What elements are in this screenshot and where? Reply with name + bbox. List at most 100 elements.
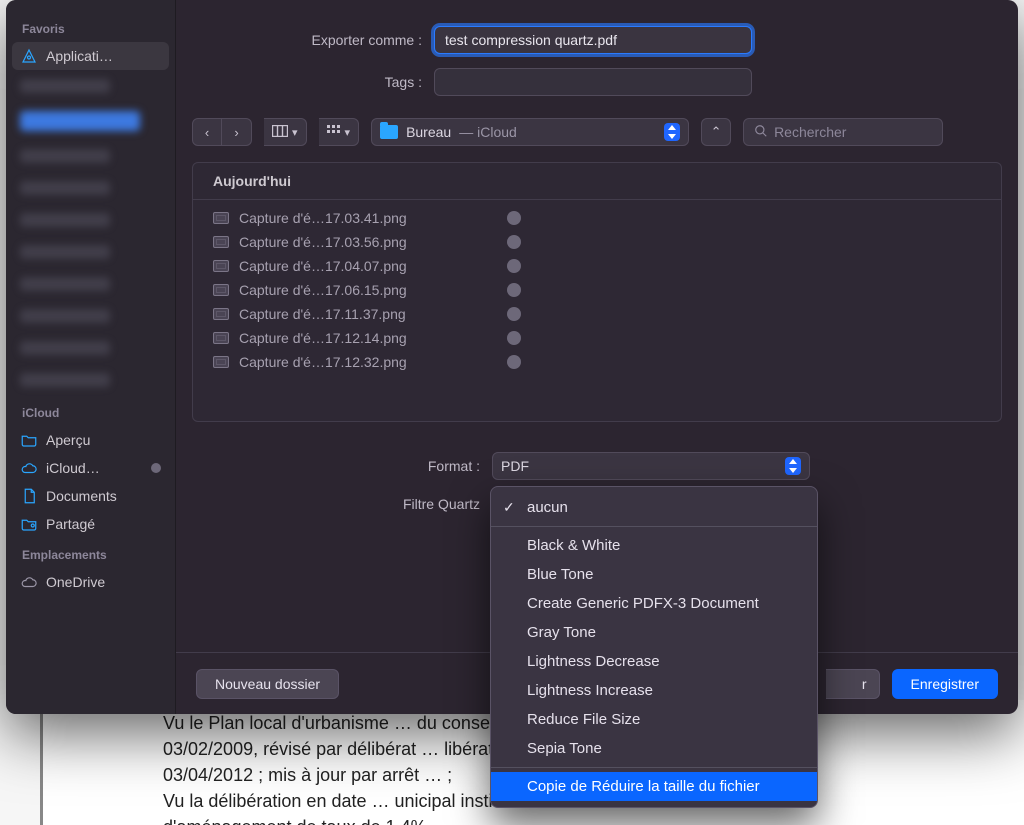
row-export-as: Exporter comme : xyxy=(176,26,1018,54)
file-name: Capture d'é…17.04.07.png xyxy=(239,258,407,274)
sidebar-item-redacted[interactable] xyxy=(20,149,110,163)
row-tags: Tags : xyxy=(176,68,1018,96)
search-placeholder: Rechercher xyxy=(774,124,846,140)
sidebar: Favoris Applicati… iCloud Aperçu xyxy=(6,0,176,714)
sidebar-item-label: Applicati… xyxy=(46,48,161,64)
menu-separator xyxy=(491,767,817,768)
document-icon xyxy=(20,487,38,505)
sidebar-item-redacted[interactable] xyxy=(20,373,110,387)
file-name: Capture d'é…17.03.56.png xyxy=(239,234,407,250)
sidebar-item-applications[interactable]: Applicati… xyxy=(12,42,169,70)
sidebar-item-redacted[interactable] xyxy=(20,79,110,93)
folder-icon xyxy=(380,125,398,139)
folder-icon xyxy=(20,431,38,449)
updown-icon xyxy=(664,123,680,141)
save-button[interactable]: Enregistrer xyxy=(892,669,998,699)
view-mode-columns: ▾ xyxy=(264,118,307,146)
image-file-icon xyxy=(213,236,229,248)
menu-item[interactable]: Gray Tone xyxy=(491,618,817,647)
updown-icon xyxy=(785,457,801,475)
search-icon xyxy=(754,124,768,141)
menu-item[interactable]: Blue Tone xyxy=(491,560,817,589)
file-listing: Aujourd'hui Capture d'é…17.03.41.png Cap… xyxy=(192,162,1002,422)
file-name: Capture d'é…17.12.14.png xyxy=(239,330,407,346)
columns-icon xyxy=(272,125,288,140)
file-row[interactable]: Capture d'é…17.12.14.png xyxy=(193,326,1001,350)
file-row[interactable]: Capture d'é…17.03.41.png xyxy=(193,206,1001,230)
menu-item[interactable]: Reduce File Size xyxy=(491,705,817,734)
file-row[interactable]: Capture d'é…17.04.07.png xyxy=(193,254,1001,278)
tag-indicator xyxy=(507,211,521,225)
sidebar-item-label: Documents xyxy=(46,488,161,504)
sidebar-item-redacted[interactable] xyxy=(20,213,110,227)
tag-indicator xyxy=(507,283,521,297)
location-folder-name: Bureau xyxy=(406,124,451,140)
sidebar-item-partage[interactable]: Partagé xyxy=(6,510,175,538)
tags-input[interactable] xyxy=(434,68,752,96)
list-body: Capture d'é…17.03.41.png Capture d'é…17.… xyxy=(193,200,1001,380)
export-save-panel: Favoris Applicati… iCloud Aperçu xyxy=(6,0,1018,714)
menu-item-aucun[interactable]: aucun xyxy=(491,493,817,522)
sidebar-item-redacted[interactable] xyxy=(20,277,110,291)
cancel-button[interactable]: r xyxy=(826,669,880,699)
image-file-icon xyxy=(213,332,229,344)
view-columns-button[interactable]: ▾ xyxy=(264,118,307,146)
location-popup-button[interactable]: Bureau — iCloud xyxy=(371,118,689,146)
sidebar-item-label: Partagé xyxy=(46,516,161,532)
image-file-icon xyxy=(213,356,229,368)
menu-item[interactable]: Lightness Decrease xyxy=(491,647,817,676)
sidebar-item-icloud-drive[interactable]: iCloud… xyxy=(6,454,175,482)
button-label: r xyxy=(862,676,867,692)
cloud-icon xyxy=(20,573,38,591)
bg-line: d'aménagement de taux de 1,4% … xyxy=(163,814,974,825)
filename-input[interactable] xyxy=(434,26,752,54)
menu-item-highlighted[interactable]: Copie de Réduire la taille du fichier xyxy=(491,772,817,801)
sidebar-item-label: Aperçu xyxy=(46,432,161,448)
group-by-button[interactable]: ▾ xyxy=(319,118,360,146)
tags-label: Tags : xyxy=(176,74,422,90)
format-popup-button[interactable]: PDF xyxy=(492,452,810,480)
file-row[interactable]: Capture d'é…17.06.15.png xyxy=(193,278,1001,302)
quartz-label: Filtre Quartz xyxy=(176,496,480,512)
sidebar-item-label: iCloud… xyxy=(46,460,139,476)
shared-folder-icon xyxy=(20,515,38,533)
menu-item[interactable]: Black & White xyxy=(491,531,817,560)
sidebar-heading-favoris: Favoris xyxy=(6,12,175,42)
menu-item[interactable]: Lightness Increase xyxy=(491,676,817,705)
file-row[interactable]: Capture d'é…17.12.32.png xyxy=(193,350,1001,374)
chevron-up-icon: ⌃ xyxy=(711,124,722,140)
nav-back-button[interactable]: ‹ xyxy=(192,118,222,146)
new-folder-button[interactable]: Nouveau dossier xyxy=(196,669,339,699)
file-row[interactable]: Capture d'é…17.03.56.png xyxy=(193,230,1001,254)
sidebar-item-redacted[interactable] xyxy=(20,309,110,323)
nav-forward-button[interactable]: › xyxy=(222,118,252,146)
search-field[interactable]: Rechercher xyxy=(743,118,943,146)
sidebar-item-label: OneDrive xyxy=(46,574,161,590)
button-label: Nouveau dossier xyxy=(215,676,320,692)
export-as-label: Exporter comme : xyxy=(176,32,422,48)
sidebar-item-onedrive[interactable]: OneDrive xyxy=(6,568,175,596)
format-value: PDF xyxy=(501,458,529,474)
cloud-icon xyxy=(20,459,38,477)
menu-separator xyxy=(491,526,817,527)
location-suffix: — iCloud xyxy=(459,124,517,140)
nav-back-forward: ‹ › xyxy=(192,118,252,146)
chevron-right-icon: › xyxy=(234,125,238,140)
file-name: Capture d'é…17.06.15.png xyxy=(239,282,407,298)
sidebar-item-apercu[interactable]: Aperçu xyxy=(6,426,175,454)
sidebar-item-redacted-selected[interactable] xyxy=(20,111,140,131)
tag-indicator xyxy=(507,259,521,273)
sidebar-item-redacted[interactable] xyxy=(20,341,110,355)
sidebar-item-redacted[interactable] xyxy=(20,181,110,195)
image-file-icon xyxy=(213,260,229,272)
menu-item[interactable]: Create Generic PDFX-3 Document xyxy=(491,589,817,618)
menu-item[interactable]: Sepia Tone xyxy=(491,734,817,763)
row-format: Format : PDF xyxy=(176,452,1018,480)
sidebar-item-redacted[interactable] xyxy=(20,245,110,259)
image-file-icon xyxy=(213,212,229,224)
format-label: Format : xyxy=(176,458,480,474)
sidebar-item-documents[interactable]: Documents xyxy=(6,482,175,510)
enclosing-folder-button[interactable]: ⌃ xyxy=(701,118,731,146)
tag-indicator xyxy=(507,331,521,345)
file-row[interactable]: Capture d'é…17.11.37.png xyxy=(193,302,1001,326)
